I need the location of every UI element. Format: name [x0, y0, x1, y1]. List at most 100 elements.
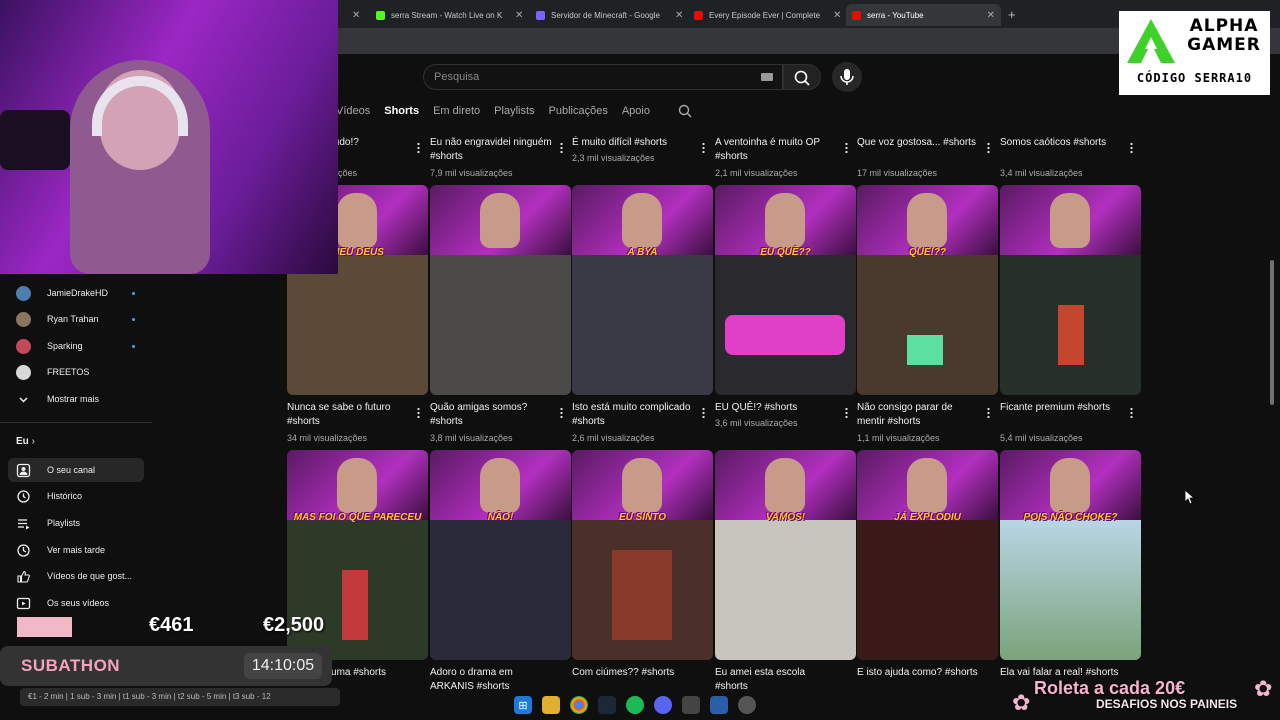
section-heading-you[interactable]: Eu › — [16, 436, 35, 447]
sidebar-item-watch-later[interactable]: Ver mais tarde — [8, 538, 144, 562]
subscription-item[interactable]: Ryan Trahan — [16, 309, 141, 329]
more-options-icon[interactable] — [987, 407, 990, 418]
short-views: 2,3 mil visualizações — [572, 153, 655, 163]
short-title[interactable]: Com ciúmes?? #shorts — [572, 666, 694, 680]
browser-tab[interactable]: serra Stream - Watch Live on K ✕ — [370, 4, 529, 26]
page-scrollbar[interactable] — [1270, 260, 1274, 405]
tab-posts[interactable]: Publicações — [549, 105, 608, 117]
sidebar-item-your-channel[interactable]: O seu canal — [8, 458, 144, 482]
subathon-ticker: €1 - 2 min | 1 sub - 3 min | t1 sub - 3 … — [20, 688, 340, 706]
subscription-item[interactable]: FREETOS — [16, 362, 141, 382]
obs-icon[interactable] — [738, 696, 756, 714]
short-thumbnail[interactable]: EU QUÊ?? — [715, 185, 856, 395]
tab-title: serra - YouTube — [867, 10, 924, 20]
spotify-icon[interactable] — [626, 696, 644, 714]
short-title[interactable]: Eu não engravidei ninguém #shorts — [430, 136, 552, 164]
subscription-item[interactable]: JamieDrakeHD — [16, 283, 141, 303]
sidebar-item-history[interactable]: Histórico — [8, 484, 144, 508]
shorts-grid: tudo!? ...lizações Eu não engravidei nin… — [287, 130, 1142, 690]
sidebar-item-your-videos[interactable]: Os seus vídeos — [8, 591, 144, 615]
voice-search-button[interactable] — [832, 62, 862, 92]
more-options-icon[interactable] — [1130, 142, 1133, 153]
browser-tab[interactable]: Every Episode Ever | Complete ✕ — [688, 4, 847, 26]
close-icon[interactable]: ✕ — [987, 10, 995, 21]
short-thumbnail[interactable]: A BYA — [572, 185, 713, 395]
close-icon[interactable]: ✕ — [352, 10, 360, 21]
tab-videos[interactable]: Vídeos — [336, 105, 370, 117]
tab-close-prev[interactable]: ✕ — [346, 4, 366, 26]
short-title[interactable]: Eu amei esta escola #shorts — [715, 666, 837, 690]
search-input[interactable]: Pesquisa — [423, 64, 783, 90]
tab-live[interactable]: Em direto — [433, 105, 480, 117]
browser-tab[interactable]: Servidor de Minecraft - Google ✕ — [530, 4, 689, 26]
tab-title: Servidor de Minecraft - Google — [551, 10, 660, 20]
show-more-button[interactable]: Mostrar mais — [16, 389, 141, 409]
short-thumbnail[interactable]: NÃO! — [430, 450, 571, 660]
browser-tab-active[interactable]: serra - YouTube ✕ — [846, 4, 1001, 26]
app-icon[interactable] — [710, 696, 728, 714]
close-icon[interactable]: ✕ — [515, 10, 523, 21]
sidebar-item-liked-videos[interactable]: Vídeos de que gost... — [8, 564, 144, 588]
short-title[interactable]: Nunca se sabe o futuro #shorts — [287, 401, 409, 429]
more-options-icon[interactable] — [560, 407, 563, 418]
short-thumbnail[interactable] — [1000, 185, 1141, 395]
new-tab-button[interactable]: + — [1008, 7, 1016, 22]
short-title[interactable]: Adoro o drama em ARKANIS #shorts — [430, 666, 552, 690]
short-title[interactable]: EU QUÊ!? #shorts — [715, 401, 837, 415]
close-icon[interactable]: ✕ — [833, 10, 841, 21]
more-options-icon[interactable] — [1130, 407, 1133, 418]
short-thumbnail[interactable] — [430, 185, 571, 395]
roulette-banner: Roleta a cada 20€ — [1034, 678, 1186, 698]
tab-playlists[interactable]: Playlists — [494, 105, 534, 117]
thumbnail-caption: JÁ EXPLODIU — [894, 512, 961, 523]
short-thumbnail[interactable]: VAMOS! — [715, 450, 856, 660]
microphone-icon — [840, 69, 854, 85]
app-icon[interactable] — [682, 696, 700, 714]
more-options-icon[interactable] — [417, 142, 420, 153]
more-options-icon[interactable] — [702, 142, 705, 153]
discord-icon[interactable] — [654, 696, 672, 714]
chrome-icon[interactable] — [570, 696, 588, 714]
short-views: 3,4 mil visualizações — [1000, 168, 1083, 178]
more-options-icon[interactable] — [987, 142, 990, 153]
short-title[interactable]: Que voz gostosa... #shorts — [857, 136, 979, 150]
tab-support[interactable]: Apoio — [622, 105, 650, 117]
short-thumbnail[interactable]: EU SINTO — [572, 450, 713, 660]
short-title[interactable]: Quão amigas somos? #shorts — [430, 401, 552, 429]
search-button[interactable] — [783, 64, 821, 90]
short-title[interactable]: Não consigo parar de mentir #shorts — [857, 401, 979, 429]
short-title[interactable]: Isto está muito complicado #shorts — [572, 401, 694, 429]
more-options-icon[interactable] — [845, 407, 848, 418]
short-title[interactable]: Somos caóticos #shorts — [1000, 136, 1122, 150]
goal-target: €2,500 — [263, 614, 325, 636]
more-options-icon[interactable] — [845, 142, 848, 153]
short-thumbnail[interactable]: QUE!?? — [857, 185, 998, 395]
subscription-item[interactable]: Sparking — [16, 336, 141, 356]
short-title[interactable]: É muito difícil #shorts — [572, 136, 694, 150]
short-thumbnail[interactable]: POIS NÃO CHOKE? — [1000, 450, 1141, 660]
steam-icon[interactable] — [598, 696, 616, 714]
keyboard-icon[interactable] — [761, 73, 773, 81]
short-title[interactable]: E isto ajuda como? #shorts — [857, 666, 979, 680]
file-explorer-icon[interactable] — [542, 696, 560, 714]
more-options-icon[interactable] — [417, 407, 420, 418]
close-icon[interactable]: ✕ — [675, 10, 683, 21]
windows-start-icon[interactable]: ⊞ — [514, 696, 532, 714]
sidebar-divider — [0, 422, 152, 423]
short-title[interactable]: Ficante premium #shorts — [1000, 401, 1122, 415]
nav-label: Histórico — [47, 491, 83, 501]
short-title[interactable]: A ventoinha é muito OP #shorts — [715, 136, 837, 164]
subathon-title: SUBATHON — [21, 656, 121, 675]
youtube-icon — [852, 10, 861, 20]
short-thumbnail[interactable]: JÁ EXPLODIU — [857, 450, 998, 660]
tab-shorts[interactable]: Shorts — [384, 105, 419, 117]
more-options-icon[interactable] — [560, 142, 563, 153]
sidebar-item-playlists[interactable]: Playlists — [8, 511, 144, 535]
more-options-icon[interactable] — [702, 407, 705, 418]
like-icon — [17, 570, 30, 583]
thumbnail-caption: NÃO! — [487, 512, 514, 523]
short-views: 7,9 mil visualizações — [430, 168, 513, 178]
youtube-icon — [694, 10, 703, 20]
short-views: 17 mil visualizações — [857, 168, 938, 178]
channel-search-icon[interactable] — [677, 103, 693, 119]
